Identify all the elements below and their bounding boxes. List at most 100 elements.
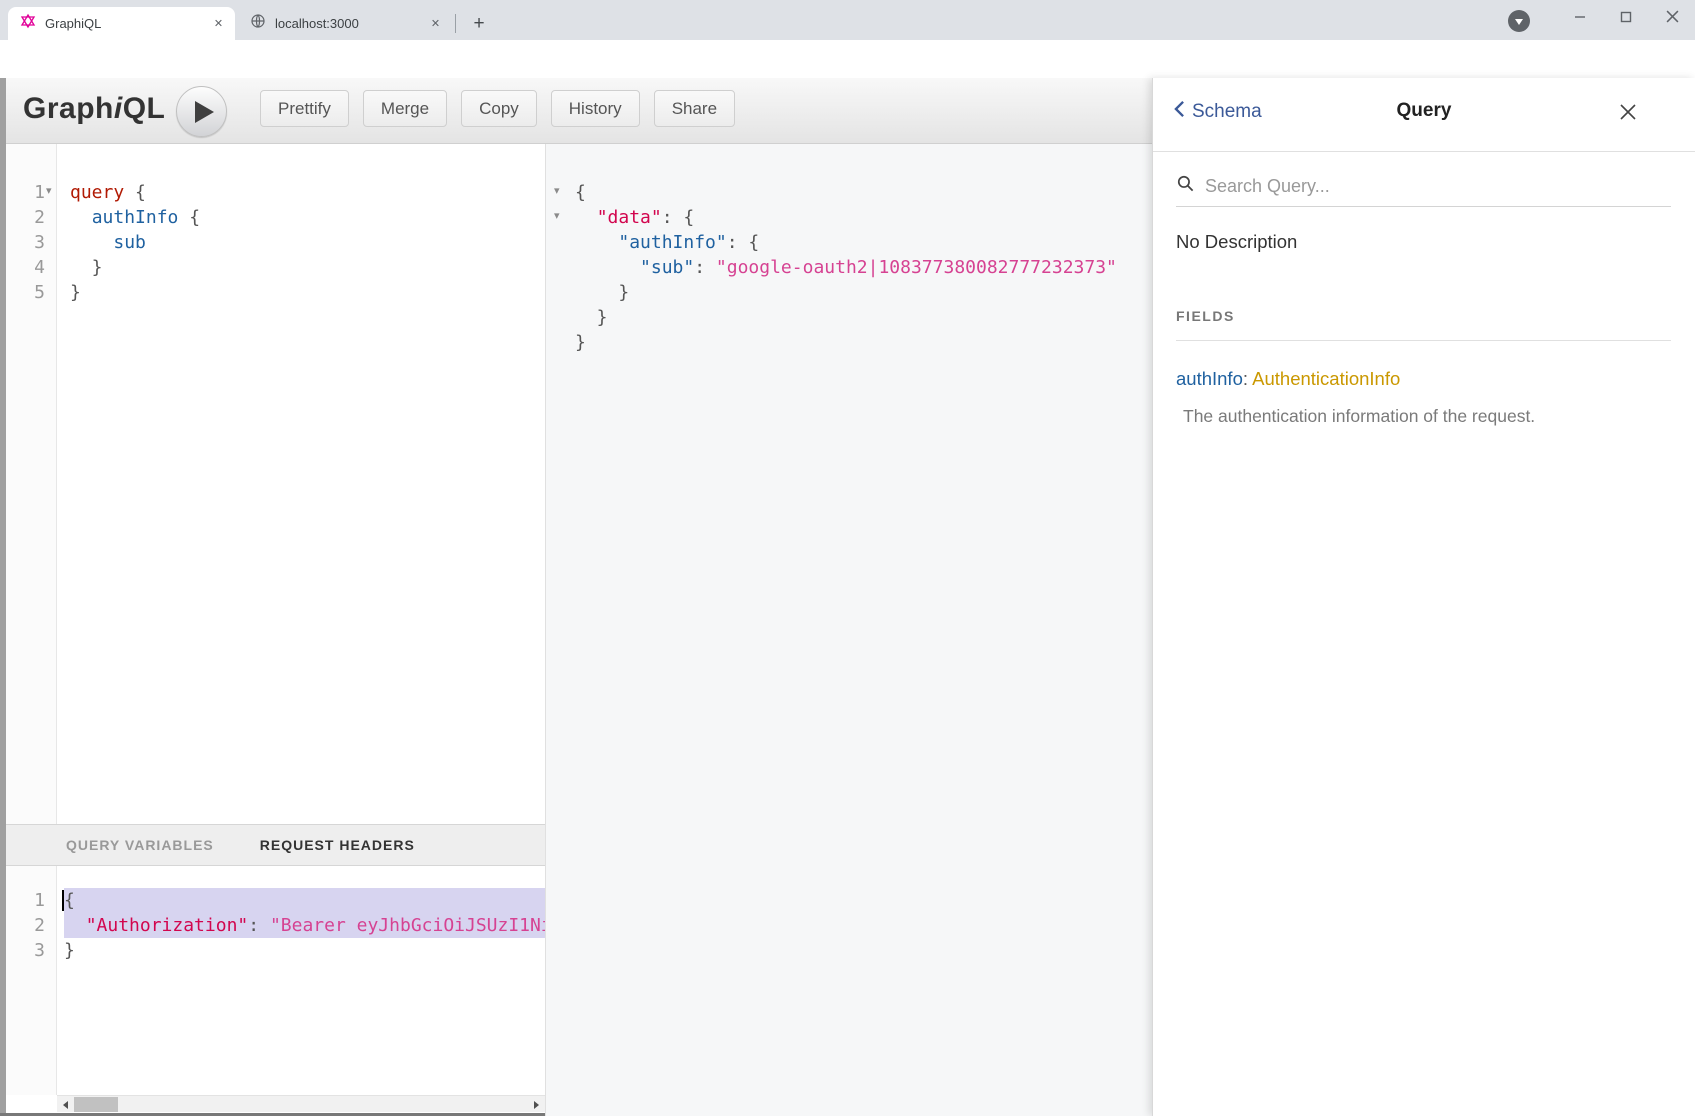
code-token: : { <box>727 232 760 253</box>
code-line: "Authorization": "Bearer eyJhbGciOiJSUzI… <box>64 913 545 938</box>
field-description: The authentication information of the re… <box>1183 406 1535 427</box>
code-token: "Authorization" <box>86 915 249 936</box>
scroll-left-icon[interactable] <box>57 1096 74 1113</box>
doc-search-input[interactable] <box>1205 176 1625 197</box>
code-token: "google-oauth2|108377380082777232373" <box>716 257 1117 278</box>
tab-title: localhost:3000 <box>275 16 427 31</box>
code-line: } <box>575 280 1152 305</box>
code-token: authInfo <box>92 207 179 228</box>
code-token: sub <box>113 232 146 253</box>
code-token <box>64 915 86 936</box>
window-maximize-button[interactable] <box>1603 0 1649 33</box>
doc-search-box[interactable] <box>1176 166 1671 207</box>
line-number: 1 <box>6 888 45 913</box>
query-editor[interactable]: 1▾query {2 authInfo {3 sub4 }5} <box>6 144 545 824</box>
code-token: { <box>178 207 200 228</box>
code-line: } <box>575 305 1152 330</box>
code-line: } <box>70 255 545 280</box>
toolbar-button-share[interactable]: Share <box>654 90 735 127</box>
code-token: } <box>575 282 629 303</box>
globe-icon <box>250 13 266 34</box>
code-token: } <box>70 282 81 303</box>
search-icon <box>1176 174 1195 198</box>
code-token: } <box>64 940 75 961</box>
field-row-authinfo: authInfo: AuthenticationInfo <box>1176 368 1400 390</box>
tab-query-variables[interactable]: QUERY VARIABLES <box>66 837 214 853</box>
variables-tab-bar: QUERY VARIABLES REQUEST HEADERS <box>6 824 545 866</box>
fields-section-label: FIELDS <box>1176 308 1235 324</box>
code-token <box>575 257 640 278</box>
horizontal-scrollbar[interactable] <box>57 1095 545 1112</box>
tab-title: GraphiQL <box>45 16 210 31</box>
code-line: } <box>64 938 545 963</box>
code-line: } <box>575 330 1152 355</box>
code-token: { <box>64 890 75 911</box>
new-tab-button[interactable]: + <box>466 11 492 37</box>
code-line: "data": { <box>575 205 1152 230</box>
toolbar-button-history[interactable]: History <box>551 90 640 127</box>
field-type-link[interactable]: AuthenticationInfo <box>1252 368 1400 389</box>
tab-search-icon[interactable] <box>1508 10 1530 32</box>
line-number: 3 <box>6 230 45 255</box>
tab-close-icon[interactable]: ✕ <box>210 15 227 32</box>
results-viewer: ▾{▾ "data": { "authInfo": { "sub": "goog… <box>546 144 1152 1116</box>
line-number: 2 <box>6 913 45 938</box>
doc-close-icon[interactable] <box>1616 100 1640 124</box>
browser-navbar: localhost:3000 uoP+⚛Tp L Aktualisieren ⋮ <box>0 40 1695 78</box>
code-token: query <box>70 182 124 203</box>
tab-localhost[interactable]: localhost:3000 ✕ <box>240 7 452 40</box>
code-token: : { <box>662 207 695 228</box>
tab-request-headers[interactable]: REQUEST HEADERS <box>260 837 415 853</box>
window-minimize-button[interactable] <box>1557 0 1603 33</box>
code-line: sub <box>70 230 545 255</box>
code-line: authInfo { <box>70 205 545 230</box>
toolbar-button-merge[interactable]: Merge <box>363 90 447 127</box>
code-token: "Bearer eyJhbGciOiJSUzI1NiI <box>270 915 545 936</box>
toolbar-button-copy[interactable]: Copy <box>461 90 537 127</box>
tab-graphiql[interactable]: GraphiQL ✕ <box>8 7 235 40</box>
code-token: { <box>575 182 586 203</box>
play-icon <box>195 101 214 123</box>
tab-close-icon[interactable]: ✕ <box>427 15 444 32</box>
line-number: 2 <box>6 205 45 230</box>
line-number: 4 <box>6 255 45 280</box>
fold-arrow-icon[interactable]: ▾ <box>554 209 566 222</box>
code-token: : <box>248 915 270 936</box>
fold-arrow-icon[interactable]: ▾ <box>554 184 566 197</box>
type-description: No Description <box>1176 231 1297 253</box>
line-number: 5 <box>6 280 45 305</box>
request-headers-editor[interactable]: 1 {2 "Authorization": "Bearer eyJhbGciOiJ… <box>6 866 545 1095</box>
code-token: "data" <box>597 207 662 228</box>
browser-tab-strip: GraphiQL ✕ localhost:3000 ✕ + <box>0 0 1695 40</box>
doc-title: Query <box>1153 100 1695 122</box>
doc-explorer-header: Schema Query <box>1153 78 1695 152</box>
code-token <box>70 232 113 253</box>
doc-explorer-panel: Schema Query No Description FIELDS authI… <box>1152 78 1695 1116</box>
code-token: } <box>575 332 586 353</box>
code-token: } <box>575 307 608 328</box>
code-token: "authInfo" <box>618 232 726 253</box>
scrollbar-thumb[interactable] <box>74 1097 118 1112</box>
scroll-right-icon[interactable] <box>528 1096 545 1113</box>
window-close-button[interactable] <box>1649 0 1695 33</box>
code-line: { <box>64 888 545 913</box>
code-line: query { <box>70 180 545 205</box>
line-number: 1 <box>6 180 45 205</box>
code-token: "sub" <box>640 257 694 278</box>
field-name-link[interactable]: authInfo <box>1176 368 1243 389</box>
code-token: } <box>70 257 103 278</box>
graphiql-toolbar-buttons: Prettify Merge Copy History Share <box>260 90 735 127</box>
code-token: : <box>694 257 716 278</box>
fold-arrow-icon[interactable]: ▾ <box>46 184 58 197</box>
line-number: 3 <box>6 938 45 963</box>
code-line: } <box>70 280 545 305</box>
execute-query-button[interactable] <box>176 86 227 137</box>
code-line: "sub": "google-oauth2|108377380082777232… <box>575 255 1152 280</box>
code-token <box>575 207 597 228</box>
code-line: "authInfo": { <box>575 230 1152 255</box>
code-token <box>575 232 618 253</box>
graphiql-favicon-icon <box>20 13 36 34</box>
code-token <box>70 207 92 228</box>
toolbar-button-prettify[interactable]: Prettify <box>260 90 349 127</box>
graphiql-topbar: GraphiQL PrettifyMergeCopyHistoryShare <box>6 78 1152 144</box>
